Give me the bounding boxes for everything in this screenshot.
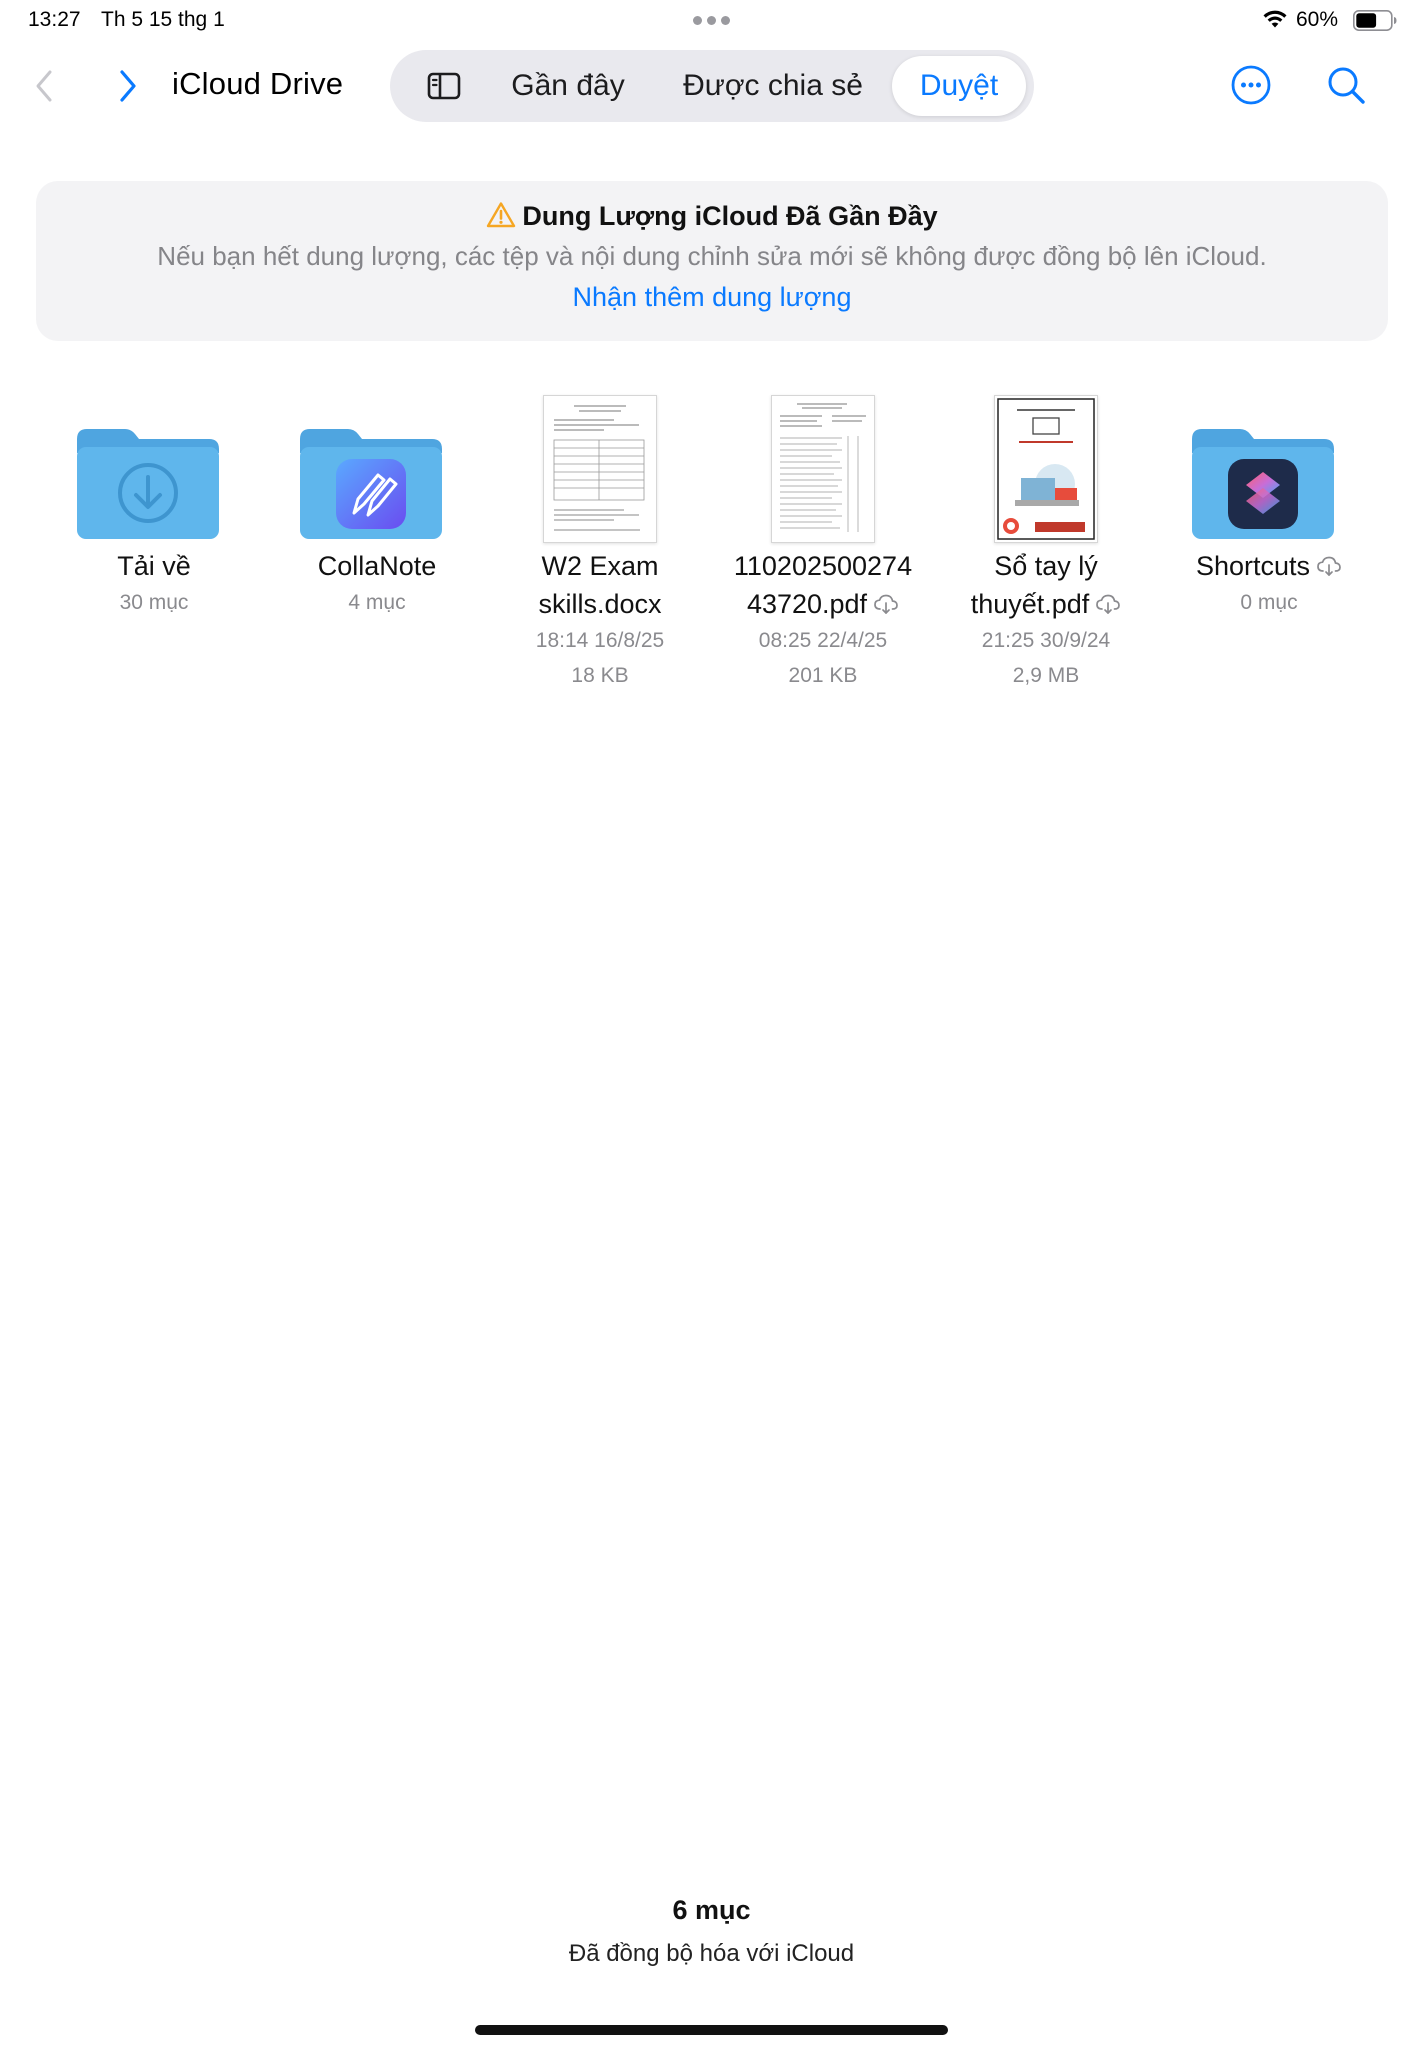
chevron-right-icon[interactable] [112, 64, 142, 108]
sidebar-icon[interactable] [426, 68, 462, 104]
get-more-storage-link[interactable]: Nhận thêm dung lượng [36, 282, 1388, 313]
page-title: iCloud Drive [172, 66, 344, 101]
item-size: 2,9 MB [1012, 664, 1080, 687]
shortcuts-folder-icon [1159, 385, 1379, 545]
status-bar: 13:27 Th 5 15 thg 1 60% [0, 0, 1423, 42]
item-count: 4 mục [348, 591, 406, 614]
item-name-line1: W2 Exam [541, 551, 659, 581]
grid-item-so-tay-ly-thuyet[interactable]: Sổ tay lý thuyết.pdf 21:25 30/9/24 2,9 M… [936, 385, 1156, 693]
item-date: 21:25 30/9/24 [981, 629, 1111, 652]
battery-icon [1353, 10, 1397, 31]
item-date: 18:14 16/8/25 [535, 629, 665, 652]
item-name-line2: 43720.pdf [746, 589, 868, 619]
item-name-line2: thuyết.pdf [970, 589, 1090, 619]
multitasking-dots-icon[interactable] [693, 16, 730, 25]
collanote-folder-icon [267, 385, 487, 545]
item-size: 18 KB [571, 664, 629, 687]
sync-status: Đã đồng bộ hóa với iCloud [568, 1940, 855, 1967]
download-folder-icon [44, 385, 264, 545]
banner-title: Dung Lượng iCloud Đã Gần Đầy [522, 201, 938, 231]
toolbar: iCloud Drive Gần đây Được chia sẻ Duyệt [0, 42, 1423, 132]
grid-item-downloads[interactable]: Tải về 30 mục [44, 385, 264, 620]
tab-shared[interactable]: Được chia sẻ [670, 50, 876, 122]
item-count: 30 mục [119, 591, 189, 614]
ellipsis-circle-icon[interactable] [1230, 64, 1272, 106]
item-name-line2-row: 43720.pdf [713, 585, 933, 623]
item-name-line2: skills.docx [538, 589, 662, 619]
status-time: 13:27 [28, 8, 81, 31]
grid-item-shortcuts[interactable]: Shortcuts 0 mục [1159, 385, 1379, 620]
storage-warning-banner: Dung Lượng iCloud Đã Gần Đầy Nếu bạn hết… [36, 181, 1388, 341]
home-indicator[interactable] [475, 2025, 948, 2035]
item-name-row: Shortcuts [1159, 547, 1379, 585]
banner-title-row: Dung Lượng iCloud Đã Gần Đầy [36, 201, 1388, 232]
item-size: 201 KB [788, 664, 858, 687]
item-total-count: 6 mục [672, 1895, 751, 1925]
warning-triangle-icon [487, 202, 516, 228]
item-name-line1: 110202500274 [733, 551, 913, 581]
item-name-line2-row: thuyết.pdf [936, 585, 1156, 623]
icloud-download-icon[interactable] [873, 593, 899, 615]
status-date: Th 5 15 thg 1 [101, 8, 225, 31]
battery-percentage: 60% [1296, 8, 1339, 31]
grid-item-w2-exam[interactable]: W2 Exam skills.docx 18:14 16/8/25 18 KB [490, 385, 710, 693]
item-count: 0 mục [1240, 591, 1298, 614]
icloud-download-icon[interactable] [1095, 593, 1121, 615]
icloud-download-icon[interactable] [1316, 555, 1342, 577]
item-name-line1: Sổ tay lý [994, 551, 1098, 581]
item-name: Tải về [117, 551, 191, 581]
view-segmented-control: Gần đây Được chia sẻ Duyệt [390, 50, 1034, 122]
wifi-icon [1263, 10, 1287, 28]
tab-recent[interactable]: Gần đây [500, 50, 636, 122]
grid-item-collanote[interactable]: CollaNote 4 mục [267, 385, 487, 620]
banner-message: Nếu bạn hết dung lượng, các tệp và nội d… [157, 241, 1267, 271]
item-name: CollaNote [317, 551, 437, 581]
chevron-left-icon[interactable] [30, 64, 60, 108]
pdf-thumbnail [713, 385, 933, 545]
item-date: 08:25 22/4/25 [758, 629, 888, 652]
item-name: Shortcuts [1195, 551, 1311, 581]
docx-thumbnail [490, 385, 710, 545]
tab-browse[interactable]: Duyệt [892, 56, 1026, 116]
grid-item-pdf-110202500274[interactable]: 110202500274 43720.pdf 08:25 22/4/25 201… [713, 385, 933, 693]
pdf-cover-thumbnail [936, 385, 1156, 545]
magnifying-glass-icon[interactable] [1325, 64, 1367, 106]
